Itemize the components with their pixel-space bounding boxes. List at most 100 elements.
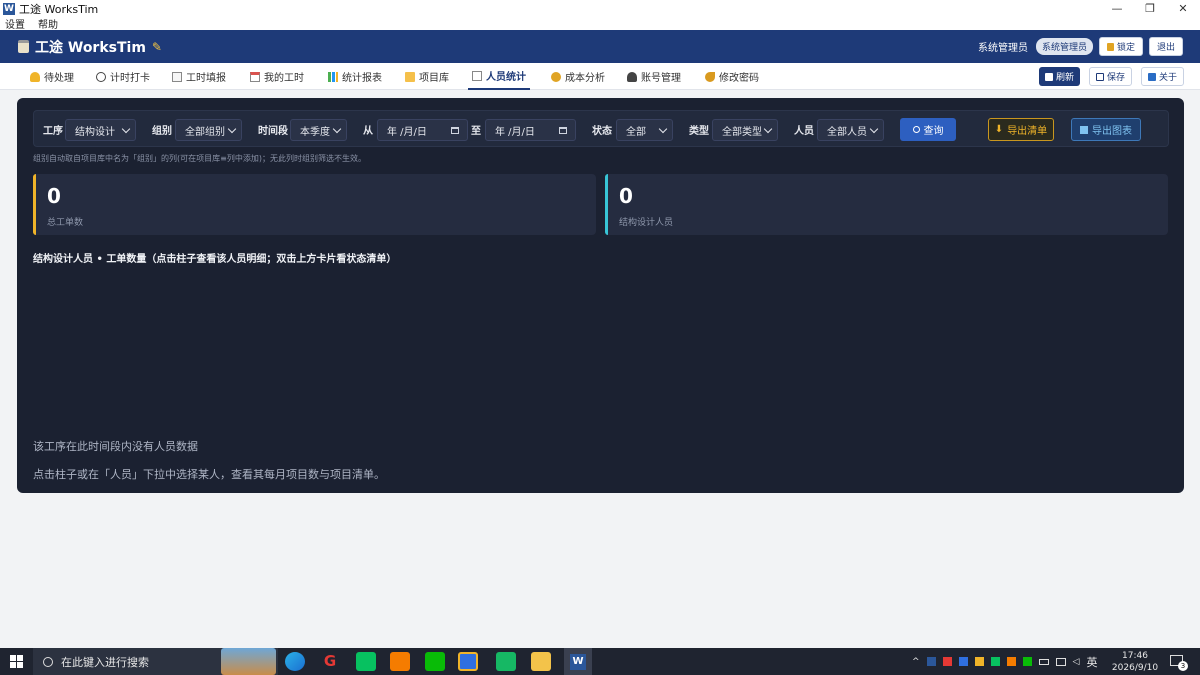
info-icon	[1148, 72, 1156, 81]
minimize-button[interactable]: —	[1100, 0, 1134, 17]
download-icon: ⬇	[994, 124, 1004, 135]
about-button[interactable]: 关于	[1141, 67, 1185, 86]
app-brand: 工途 WorksTim ✎	[18, 37, 162, 57]
wps-tray-icon[interactable]	[942, 657, 952, 666]
query-button[interactable]: 查询	[900, 118, 956, 141]
chat-tray-icon[interactable]	[1022, 657, 1032, 666]
chat-app-icon[interactable]	[496, 652, 516, 671]
export-list-button[interactable]: ⬇ 导出清单	[988, 118, 1054, 141]
tab-label: 统计报表	[342, 73, 382, 84]
notification-badge: 3	[1178, 661, 1188, 671]
window-title: 工途 WorksTim	[19, 2, 99, 16]
export-chart-button[interactable]: 导出图表	[1071, 118, 1141, 141]
tab-pending[interactable]: 待处理	[26, 63, 78, 90]
group-select[interactable]: 全部组别	[175, 119, 242, 141]
refresh-icon	[1045, 72, 1053, 81]
period-value: 本季度	[300, 126, 330, 138]
orange-app-icon[interactable]	[390, 652, 410, 671]
windows-start-button[interactable]	[10, 655, 23, 668]
period-select[interactable]: 本季度	[290, 119, 347, 141]
tab-fill-hours[interactable]: 工时填报	[168, 63, 230, 90]
wechat-tray-icon[interactable]	[990, 657, 1000, 666]
logout-button[interactable]: 退出	[1148, 37, 1183, 56]
group-label: 组别	[152, 126, 172, 137]
tab-reports[interactable]: 统计报表	[324, 63, 386, 90]
volume-icon[interactable]: ◁	[1073, 657, 1080, 667]
tab-cost-analysis[interactable]: 成本分析	[547, 63, 609, 90]
refresh-button[interactable]: 刷新	[1039, 67, 1081, 86]
process-value: 结构设计	[75, 126, 115, 138]
edge-browser-icon[interactable]	[285, 652, 305, 671]
process-select[interactable]: 结构设计	[65, 119, 136, 141]
window-titlebar: W 工途 WorksTim — ❐ ✕	[0, 0, 1200, 17]
calendar-icon[interactable]	[451, 127, 459, 134]
tab-personnel-stats[interactable]: 人员统计	[468, 63, 530, 90]
save-label: 保存	[1107, 73, 1126, 83]
chevron-down-icon	[763, 124, 773, 134]
tab-change-password[interactable]: 修改密码	[701, 63, 763, 90]
search-icon	[43, 656, 53, 667]
status-select[interactable]: 全部	[616, 119, 673, 141]
feishu-icon[interactable]	[458, 652, 478, 671]
save-button[interactable]: 保存	[1089, 67, 1133, 86]
money-bag-icon	[551, 71, 561, 82]
person-select[interactable]: 全部人员	[817, 119, 884, 141]
key-tray-icon[interactable]	[974, 657, 984, 666]
taskbar-clock[interactable]: 17:46 2026/9/10	[1110, 650, 1160, 674]
group-hint-text: 组别自动取自项目库中名为「组别」的列(可在项目库≡列中添加)；无此列时组别筛选不…	[33, 154, 366, 163]
tab-label: 修改密码	[719, 73, 759, 84]
tab-my-hours[interactable]: 我的工时	[246, 63, 308, 90]
calendar-icon[interactable]	[559, 127, 567, 134]
designers-card[interactable]: 0 结构设计人员	[605, 174, 1168, 235]
tab-account-management[interactable]: 账号管理	[623, 63, 685, 90]
notification-icon[interactable]: 3	[1170, 655, 1188, 671]
ime-indicator[interactable]: 英	[1086, 654, 1097, 670]
menu-settings[interactable]: 设置	[5, 16, 25, 31]
chevron-down-icon	[227, 124, 237, 134]
file-explorer-icon[interactable]	[531, 652, 551, 671]
pencil-icon[interactable]: ✎	[152, 40, 162, 54]
close-button[interactable]: ✕	[1166, 0, 1200, 17]
empty-state-message: 该工序在此时间段内没有人员数据	[33, 440, 198, 453]
chart-title: 结构设计人员 • 工单数量（点击柱子查看该人员明细；双击上方卡片看状态清单）	[33, 254, 397, 265]
chevron-up-icon[interactable]: ^	[912, 657, 920, 667]
card-accent-bar	[605, 174, 608, 235]
taskbar-search-box[interactable]: 在此键入进行搜索	[33, 648, 278, 675]
app-name: 工途 WorksTim	[35, 39, 146, 56]
calendar-icon	[250, 71, 260, 82]
battery-icon[interactable]	[1038, 658, 1049, 665]
tab-timer[interactable]: 计时打卡	[92, 63, 154, 90]
bar-chart-icon	[328, 71, 338, 82]
filter-bar: 工序 结构设计 组别 全部组别 时间段 本季度 从 年 /月/日 至 年 /月/…	[33, 110, 1169, 147]
process-label: 工序	[43, 126, 63, 137]
lock-icon	[1106, 42, 1114, 51]
type-select[interactable]: 全部类型	[712, 119, 778, 141]
stopwatch-icon	[96, 71, 106, 82]
app-tray-icon[interactable]	[1006, 657, 1016, 666]
status-label: 状态	[592, 126, 612, 137]
from-date-value: 年 /月/日	[387, 126, 427, 138]
maximize-button[interactable]: ❐	[1133, 0, 1167, 17]
wps-app-icon[interactable]: G	[320, 652, 340, 671]
clipboard-icon	[18, 40, 29, 53]
folder-icon	[405, 71, 415, 82]
search-icon	[912, 126, 920, 133]
chevron-down-icon	[332, 124, 342, 134]
from-label: 从	[363, 126, 373, 137]
tab-label: 项目库	[419, 73, 449, 84]
clock-date: 2026/9/10	[1111, 663, 1159, 673]
tab-project-library[interactable]: 项目库	[401, 63, 453, 90]
to-date-input[interactable]: 年 /月/日	[485, 119, 576, 141]
shield-icon[interactable]	[958, 657, 968, 666]
from-date-input[interactable]: 年 /月/日	[377, 119, 468, 141]
wechat-work-icon[interactable]	[356, 652, 376, 671]
word-taskbar-icon[interactable]: W	[564, 648, 592, 675]
period-label: 时间段	[258, 126, 288, 137]
lock-button[interactable]: 锁定	[1098, 37, 1143, 56]
network-icon[interactable]	[1055, 657, 1066, 666]
word-tray-icon[interactable]	[926, 657, 936, 666]
wechat-icon[interactable]	[425, 652, 445, 671]
total-orders-card[interactable]: 0 总工单数	[33, 174, 596, 235]
group-value: 全部组别	[185, 126, 225, 138]
menu-help[interactable]: 帮助	[38, 16, 58, 31]
